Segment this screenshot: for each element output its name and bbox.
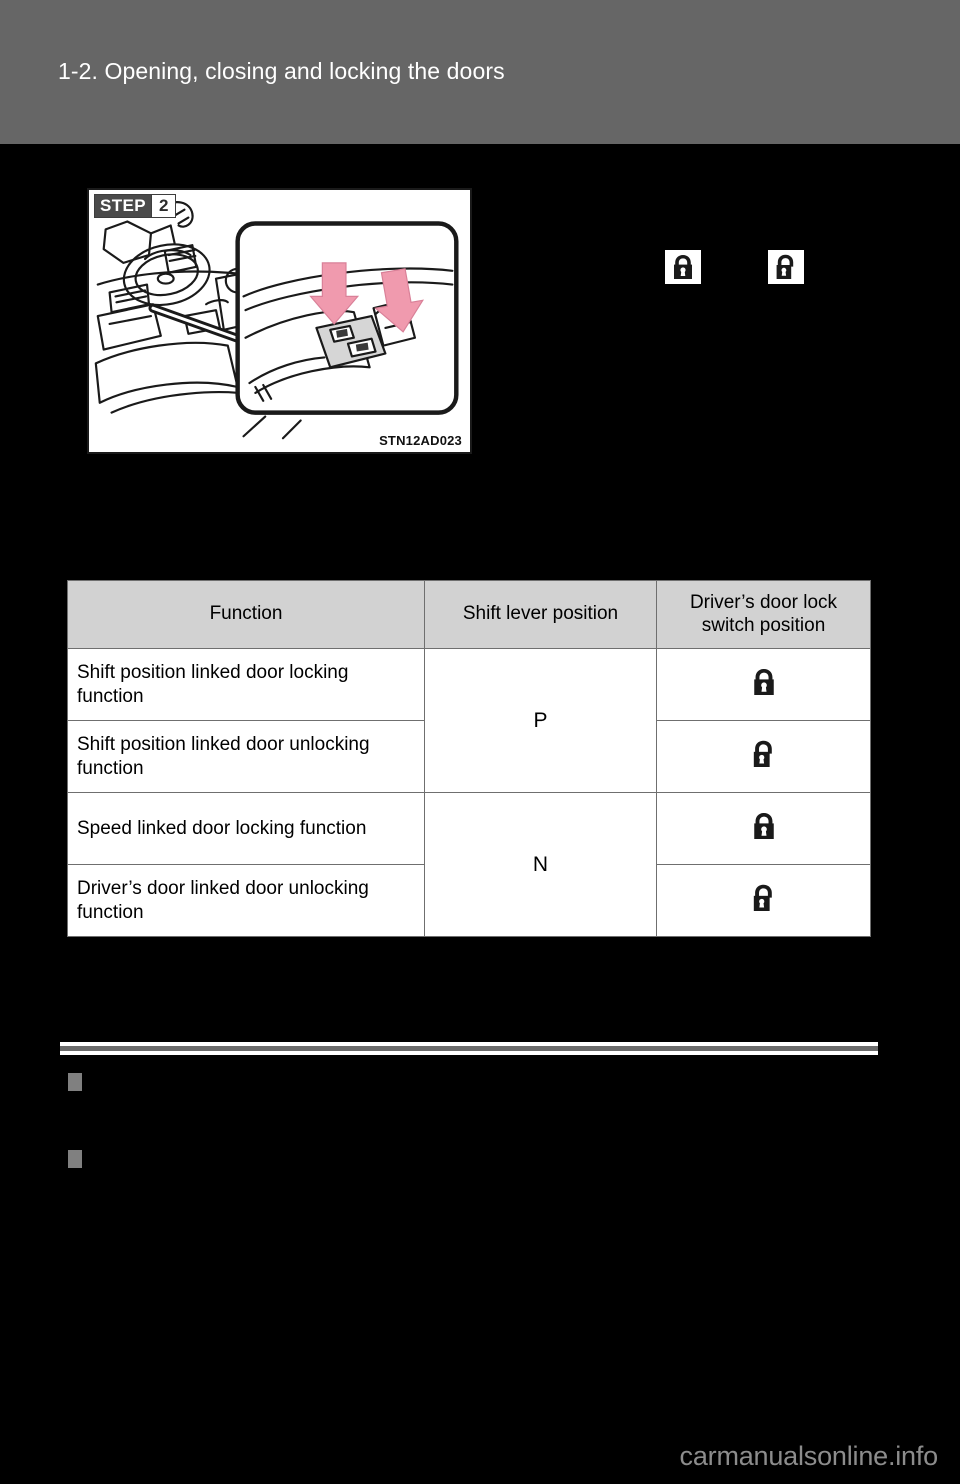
function-cell: Driver’s door linked door unlocking func… bbox=[67, 864, 425, 937]
section-divider bbox=[60, 1042, 878, 1056]
column-header-lock-line2: switch position bbox=[701, 614, 826, 636]
lock-state-cell bbox=[656, 792, 871, 865]
step-illustration: STEP 2 STN12AD023 bbox=[87, 188, 472, 454]
function-cell: Shift position linked door unlocking fun… bbox=[67, 720, 425, 793]
table-body: Shift position linked door locking funct… bbox=[67, 648, 871, 937]
unlocked-symbol-chip bbox=[768, 250, 804, 284]
lock-open-icon bbox=[751, 883, 777, 913]
column-header-driver-door-lock-switch-position: Driver’s door lock switch position bbox=[656, 580, 871, 649]
column-header-shift-lever-position: Shift lever position bbox=[424, 580, 657, 649]
shift-position-cell: P bbox=[424, 648, 657, 793]
figure-code: STN12AD023 bbox=[379, 433, 462, 448]
lock-state-cell bbox=[656, 648, 871, 721]
page-title: 1-2. Opening, closing and locking the do… bbox=[58, 58, 505, 84]
lock-open-icon bbox=[751, 739, 777, 769]
locked-symbol-chip bbox=[665, 250, 701, 284]
lock-state-cell bbox=[656, 864, 871, 937]
shift-position-cell: N bbox=[424, 792, 657, 937]
table-row: Shift position linked door locking funct… bbox=[67, 648, 871, 793]
lock-closed-icon bbox=[751, 667, 777, 697]
lock-open-icon bbox=[776, 254, 794, 279]
divider-line-bottom bbox=[60, 1051, 878, 1055]
door-lock-function-table: Function Shift lever position Driver’s d… bbox=[67, 580, 871, 937]
function-cell: Speed linked door locking function bbox=[67, 792, 425, 865]
step-badge: STEP 2 bbox=[94, 194, 177, 218]
table-head: Function Shift lever position Driver’s d… bbox=[67, 580, 871, 649]
function-cell: Shift position linked door locking funct… bbox=[67, 648, 425, 721]
footer-watermark: carmanualsonline.info bbox=[679, 1441, 939, 1471]
vehicle-interior-drawing bbox=[89, 190, 470, 452]
column-header-lock-line1: Driver’s door lock bbox=[689, 592, 838, 614]
lock-closed-icon bbox=[674, 255, 692, 279]
step-badge-word: STEP bbox=[95, 195, 152, 217]
table-header-row: Function Shift lever position Driver’s d… bbox=[67, 580, 871, 649]
column-header-function: Function bbox=[67, 580, 425, 649]
lock-state-cell bbox=[656, 720, 871, 793]
table-row: Speed linked door locking function N bbox=[67, 792, 871, 937]
step-badge-number: 2 bbox=[151, 195, 176, 217]
section-bullet-square bbox=[68, 1073, 82, 1091]
section-bullet-square bbox=[68, 1150, 82, 1168]
lock-closed-icon bbox=[751, 811, 777, 841]
